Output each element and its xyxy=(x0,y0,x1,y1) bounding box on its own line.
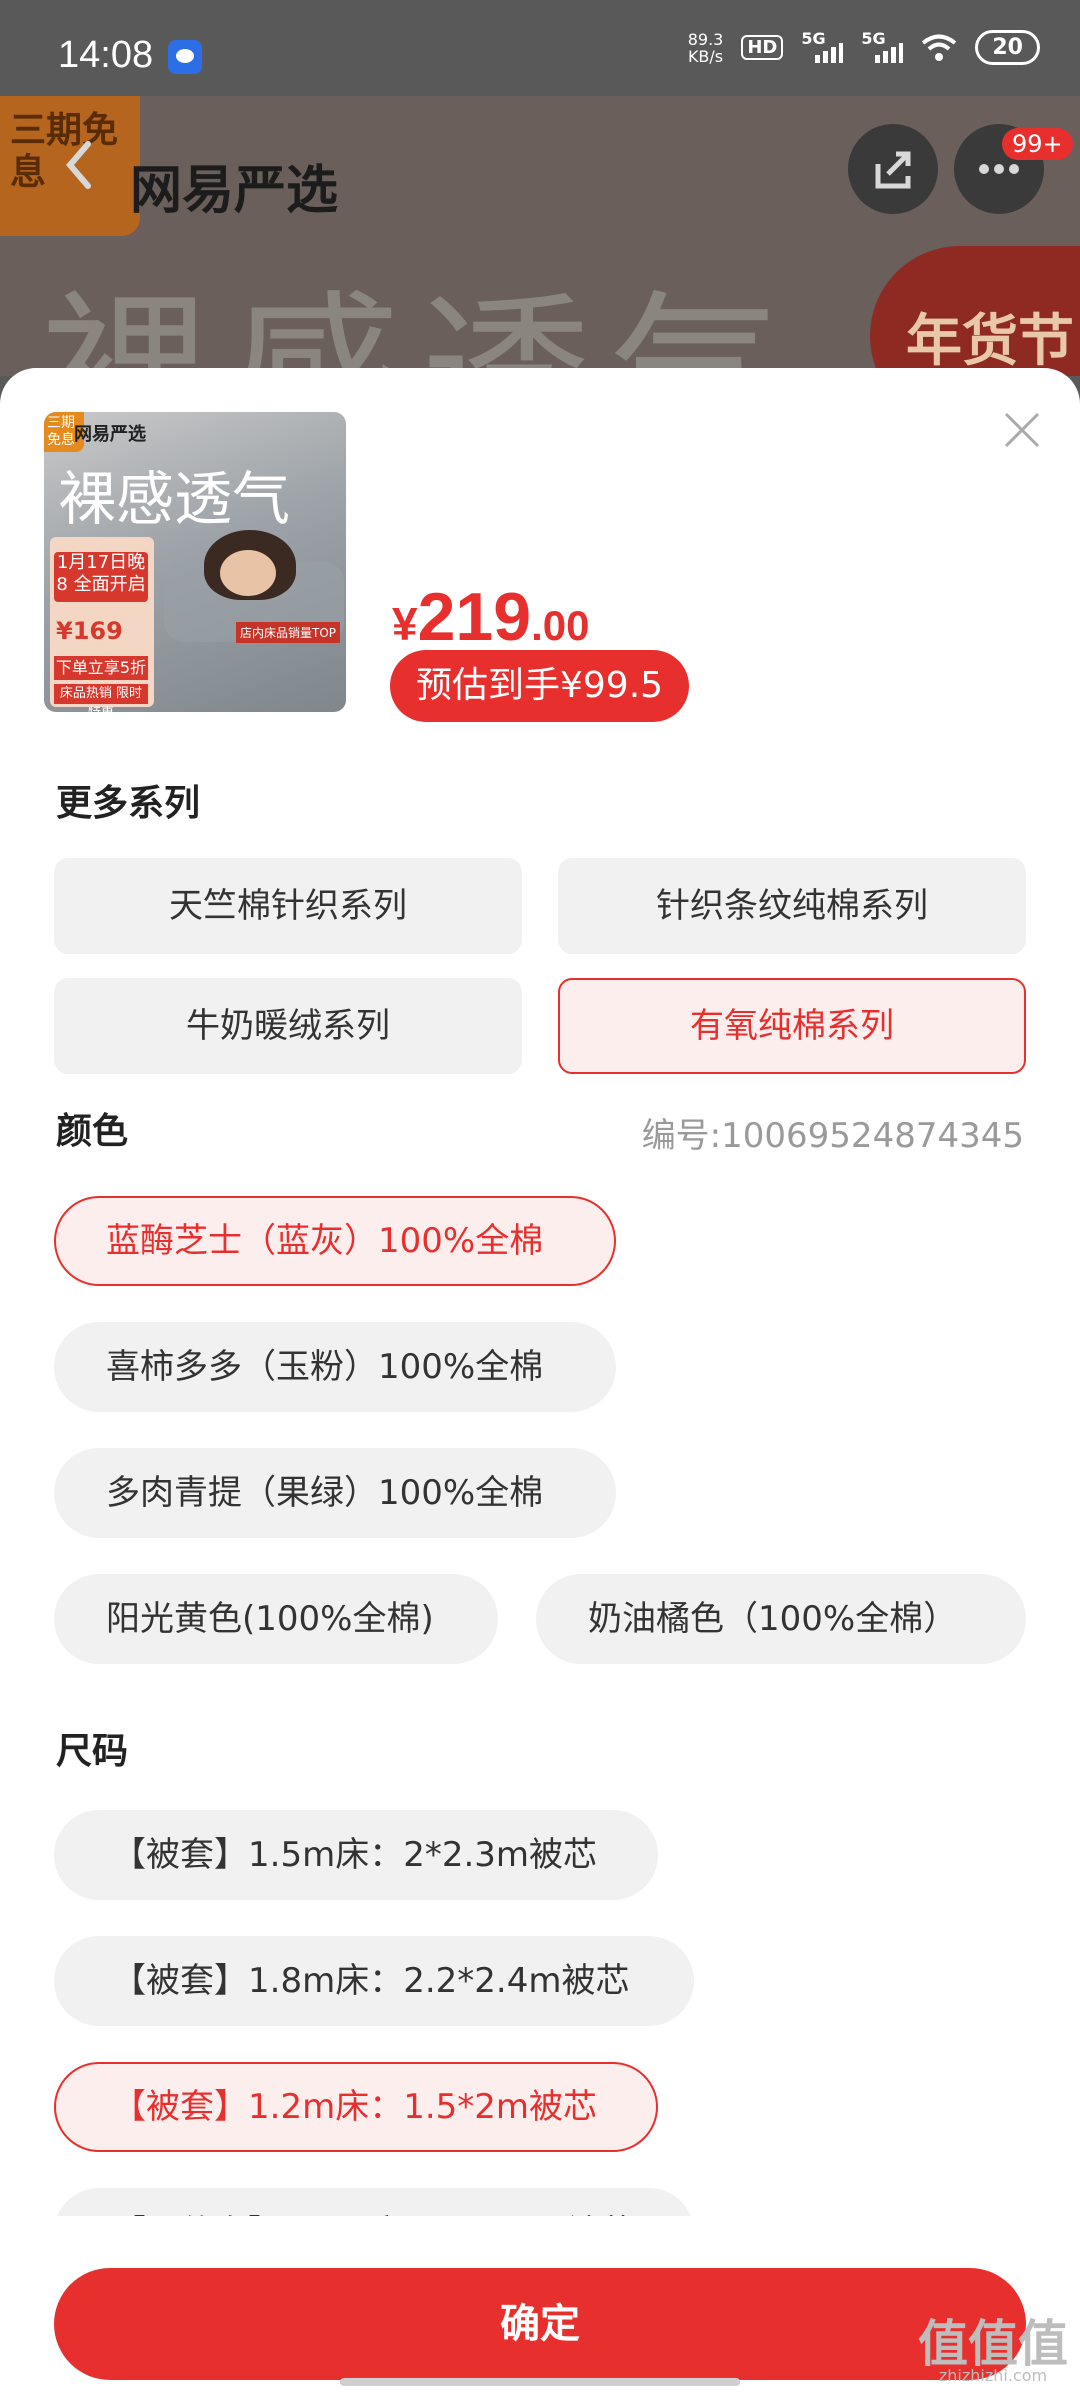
share-icon xyxy=(875,151,911,189)
status-icons: 89.3 KB/s HD 5G 5G 20 xyxy=(688,29,1040,65)
close-icon[interactable] xyxy=(1002,410,1042,450)
sku-selector-sheet: 三期免息 网易严选 裸感透气 1月17日晚8 全面开启 ¥169 下单立享5折 … xyxy=(0,368,1080,2400)
series-option-oxygen-cotton[interactable]: 有氧纯棉系列 xyxy=(558,978,1026,1074)
color-option-blue-grey[interactable]: 蓝酶芝士（蓝灰）100%全棉 xyxy=(54,1196,616,1286)
product-price: ¥219.00 xyxy=(392,578,589,656)
banner-slogan: 裸感透气 xyxy=(40,276,801,376)
thumb-sales-tag: 店内床品销量TOP xyxy=(235,622,340,643)
series-option-tianzhu[interactable]: 天竺棉针织系列 xyxy=(54,858,522,954)
brand-logo-text: 网易严选 xyxy=(130,161,339,221)
wifi-icon xyxy=(922,34,957,61)
back-button[interactable] xyxy=(36,120,126,210)
product-thumbnail[interactable]: 三期免息 网易严选 裸感透气 1月17日晚8 全面开启 ¥169 下单立享5折 … xyxy=(44,412,346,712)
estimated-price-badge: 预估到手¥99.5 xyxy=(390,650,690,722)
signal-sim1-icon: 5G xyxy=(801,29,844,63)
watermark-sub: zhizhizhi.com xyxy=(938,2366,1048,2385)
share-button[interactable] xyxy=(848,124,938,214)
series-option-stripe[interactable]: 针织条纹纯棉系列 xyxy=(558,858,1026,954)
app-notification-icon xyxy=(168,40,202,74)
price-currency: ¥ xyxy=(392,598,418,650)
thumb-promo-discount: 下单立享5折 xyxy=(54,656,148,680)
watermark-logo: 值值值 zhizhizhi.com xyxy=(918,2319,1068,2385)
chevron-left-icon xyxy=(66,141,91,189)
thumb-promo-hot: 床品热销 限时特惠 xyxy=(54,684,148,712)
battery-indicator: 20 xyxy=(975,30,1040,65)
size-option-1-5m[interactable]: 【被套】1.5m床：2*2.3m被芯 xyxy=(54,1810,658,1900)
price-decimal: .00 xyxy=(531,602,590,649)
size-section-title: 尺码 xyxy=(56,1731,129,1772)
watermark-main: 值值值 xyxy=(918,2315,1068,2373)
confirm-button[interactable]: 确定 xyxy=(54,2268,1026,2380)
color-option-jade-pink[interactable]: 喜柿多多（玉粉）100%全棉 xyxy=(54,1322,616,1412)
price-integer: 219 xyxy=(417,579,532,655)
signal-sim2-icon: 5G xyxy=(861,29,904,63)
color-option-fruit-green[interactable]: 多肉青提（果绿）100%全棉 xyxy=(54,1448,616,1538)
thumb-promo-date: 1月17日晚8 全面开启 xyxy=(54,552,148,602)
sku-number: 编号:10069524874345 xyxy=(641,1116,1024,1156)
series-section-title: 更多系列 xyxy=(56,783,201,824)
thumb-promo-price: ¥169 xyxy=(56,617,123,645)
network-speed-value: 89.3 xyxy=(687,29,724,49)
home-indicator[interactable] xyxy=(340,2378,740,2386)
color-option-cream-orange[interactable]: 奶油橘色（100%全棉） xyxy=(536,1574,1026,1664)
signal-sim1-label: 5G xyxy=(801,28,826,48)
series-option-milk-velvet[interactable]: 牛奶暖绒系列 xyxy=(54,978,522,1074)
network-speed-unit: KB/s xyxy=(687,46,724,66)
color-option-sun-yellow[interactable]: 阳光黄色(100%全棉) xyxy=(54,1574,498,1664)
festival-tag: 年货节 xyxy=(870,246,1080,376)
thumb-brand: 网易严选 xyxy=(74,424,146,445)
signal-sim2-label: 5G xyxy=(861,28,886,48)
network-speed: 89.3 KB/s xyxy=(688,31,724,65)
size-option-1-8m[interactable]: 【被套】1.8m床：2.2*2.4m被芯 xyxy=(54,1936,694,2026)
color-section-title: 颜色 xyxy=(56,1111,129,1152)
size-option-1-2m[interactable]: 【被套】1.2m床：1.5*2m被芯 xyxy=(54,2062,658,2152)
model-face xyxy=(220,550,276,596)
thumb-slogan: 裸感透气 xyxy=(58,465,291,533)
status-time: 14:08 xyxy=(58,34,154,76)
hd-voice-icon: HD xyxy=(741,35,784,60)
status-bar: 14:08 89.3 KB/s HD 5G 5G 20 xyxy=(0,0,1080,96)
message-count-badge: 99+ xyxy=(1002,128,1073,160)
